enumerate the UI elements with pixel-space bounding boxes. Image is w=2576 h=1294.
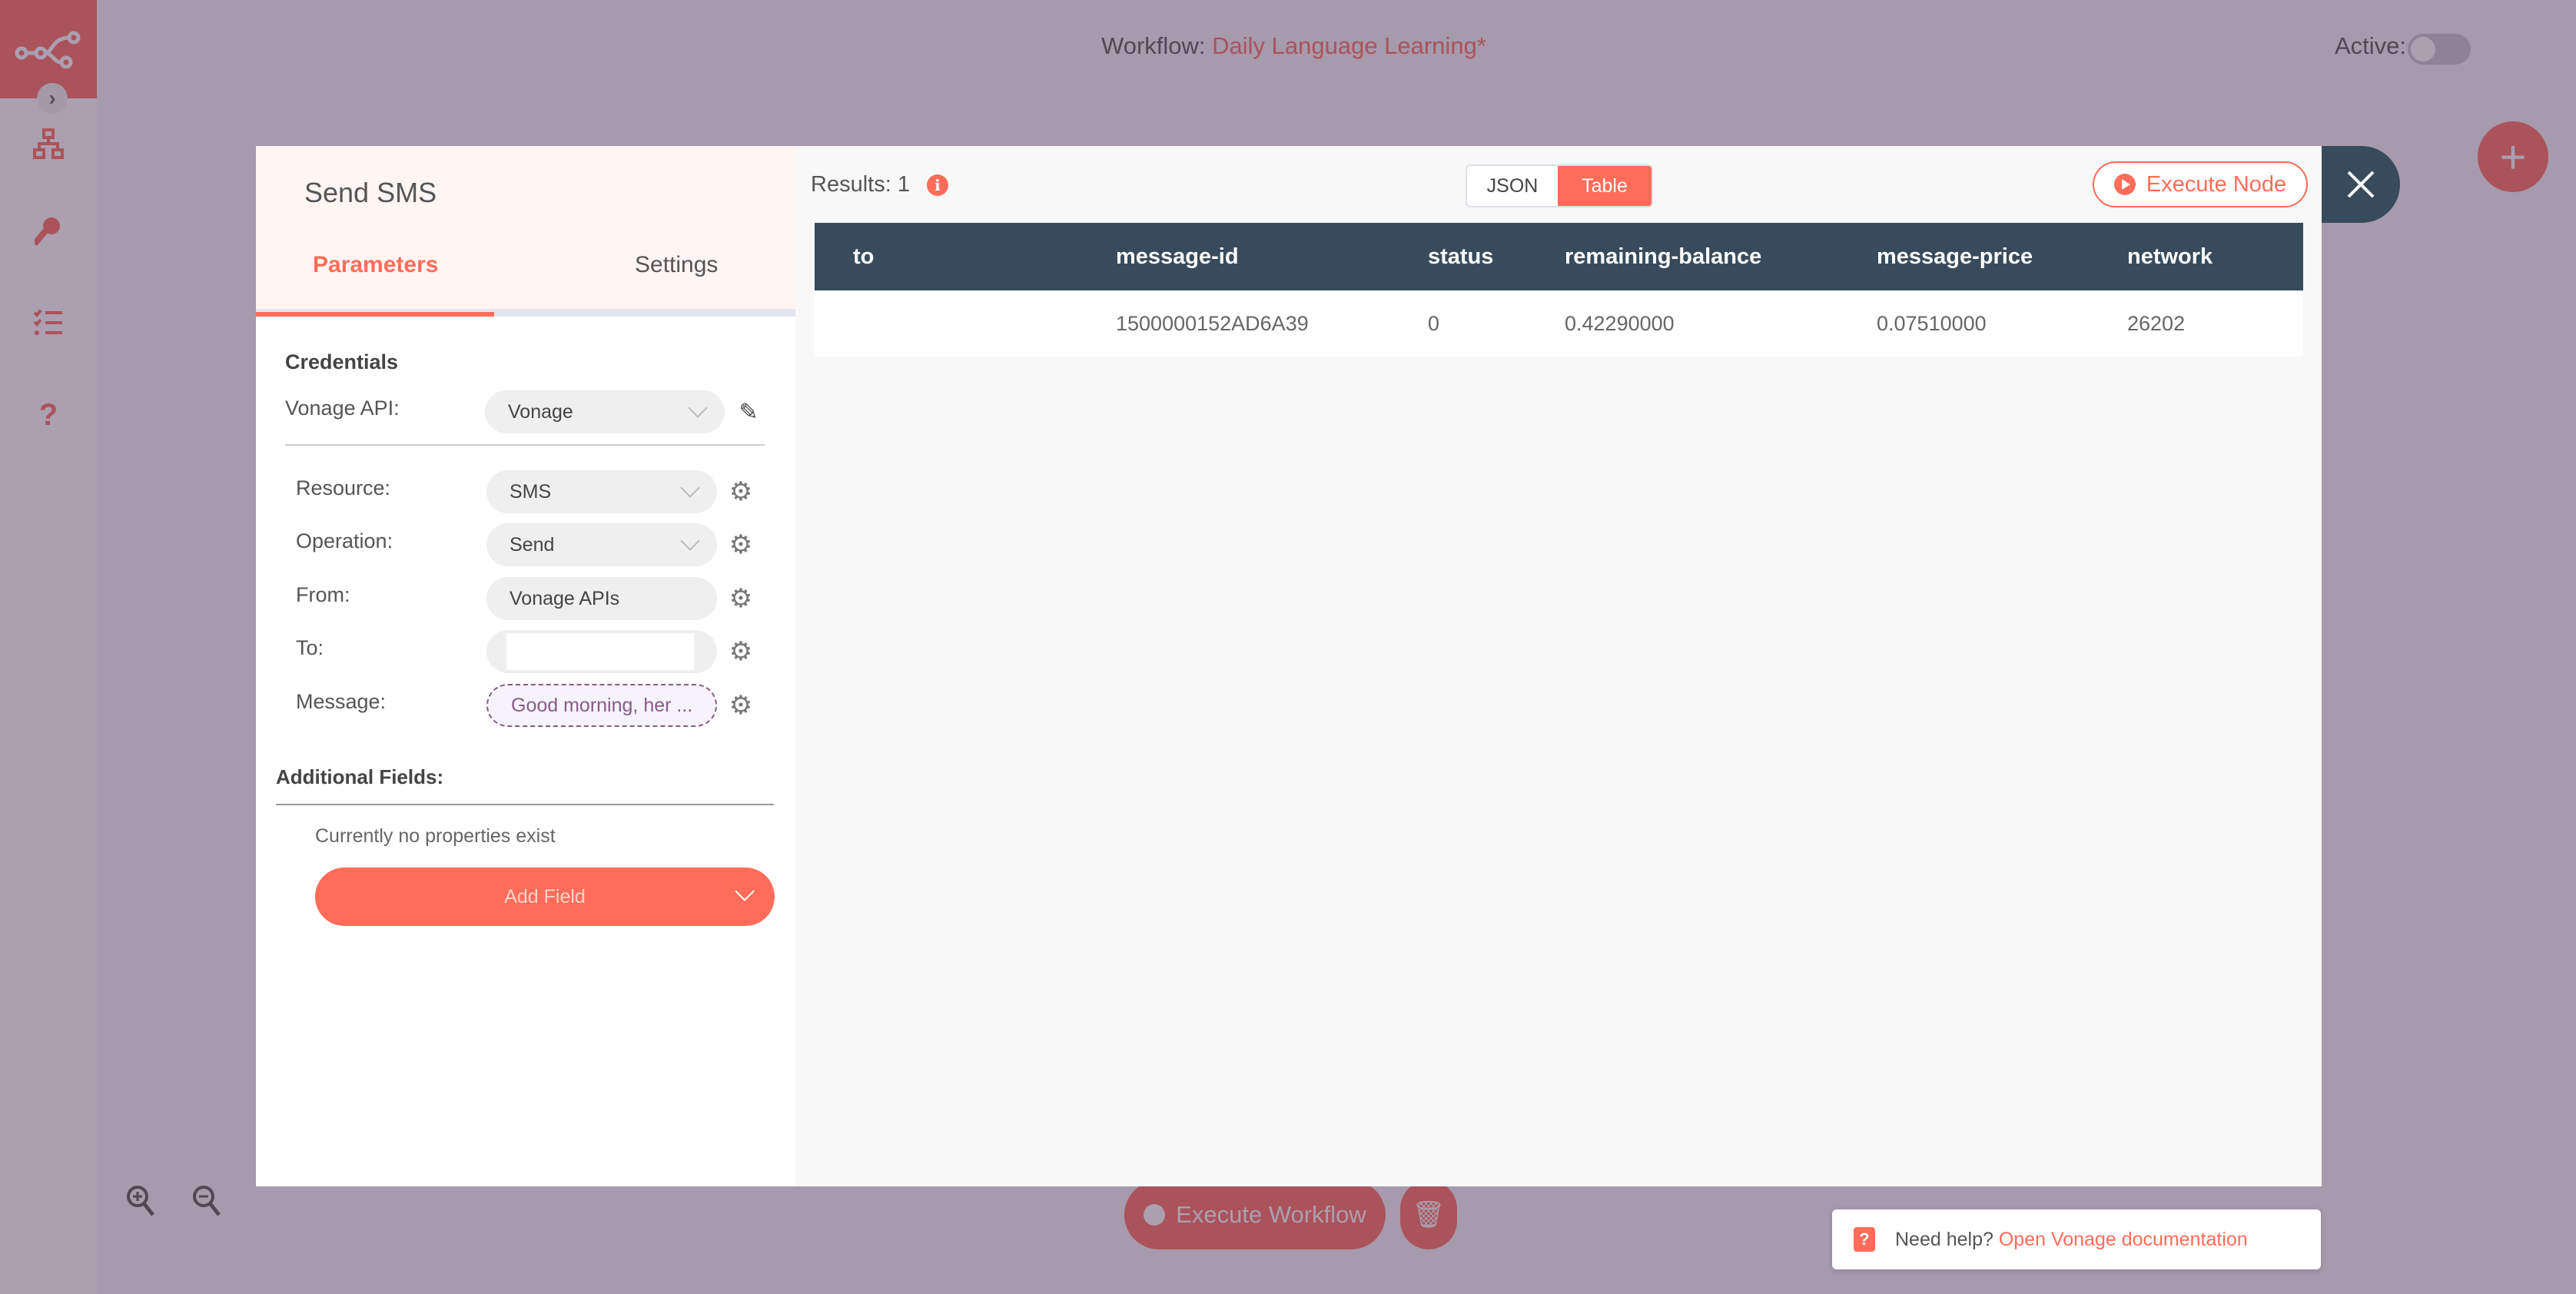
help-notification: ? Need help? Open Vonage documentation: [1832, 1209, 2321, 1269]
from-value: Vonage APIs: [510, 587, 620, 609]
column-header-network: network: [2089, 223, 2303, 290]
resource-select[interactable]: SMS: [486, 470, 717, 513]
column-header-to: to: [815, 223, 1077, 290]
to-options-gear-icon[interactable]: ⚙: [725, 636, 756, 667]
operation-label: Operation:: [296, 529, 393, 552]
parameters-panel: Send SMS Parameters Settings Credentials…: [256, 146, 795, 1186]
message-options-gear-icon[interactable]: ⚙: [725, 690, 756, 721]
from-input[interactable]: Vonage APIs: [486, 577, 717, 620]
credentials-heading: Credentials: [285, 350, 399, 373]
operation-select[interactable]: Send: [486, 523, 717, 566]
help-prefix: Need help?: [1895, 1228, 1993, 1250]
cell-remaining-balance: 0.42290000: [1526, 290, 1838, 357]
column-header-message-id: message-id: [1077, 223, 1389, 290]
from-label: From:: [296, 583, 350, 606]
to-label: To:: [296, 636, 324, 659]
resource-options-gear-icon[interactable]: ⚙: [725, 476, 756, 507]
vonage-api-label: Vonage API:: [285, 396, 400, 420]
add-field-button[interactable]: Add Field: [315, 868, 775, 926]
results-label: Results: 1: [811, 172, 910, 197]
divider: [285, 444, 765, 446]
column-header-message-price: message-price: [1838, 223, 2089, 290]
execute-node-label: Execute Node: [2146, 171, 2287, 197]
node-header: Send SMS Parameters Settings: [256, 146, 795, 317]
chevron-down-icon: [735, 881, 755, 901]
to-input[interactable]: [486, 630, 717, 673]
message-label: Message:: [296, 690, 387, 713]
cell-to: [815, 290, 1077, 357]
column-header-remaining-balance: remaining-balance: [1526, 223, 1838, 290]
add-field-label: Add Field: [504, 885, 586, 907]
info-icon[interactable]: i: [926, 174, 948, 196]
output-panel: Results: 1 i JSON Table Execute Node to …: [795, 146, 2322, 1186]
divider: [276, 804, 774, 805]
view-table-button[interactable]: Table: [1558, 166, 1651, 206]
cell-message-id: 1500000152AD6A39: [1077, 290, 1389, 357]
execute-node-button[interactable]: Execute Node: [2093, 161, 2308, 207]
from-options-gear-icon[interactable]: ⚙: [725, 583, 756, 614]
table-row: 1500000152AD6A39 0 0.42290000 0.07510000…: [815, 290, 2303, 357]
close-modal-button[interactable]: [2322, 146, 2400, 223]
operation-value: Send: [510, 533, 555, 556]
operation-options-gear-icon[interactable]: ⚙: [725, 529, 756, 560]
tab-settings[interactable]: Settings: [635, 252, 718, 278]
additional-fields-heading: Additional Fields:: [276, 765, 444, 788]
chevron-down-icon: [680, 531, 700, 551]
resource-label: Resource:: [296, 476, 391, 499]
resource-value: SMS: [510, 480, 552, 503]
chevron-down-icon: [680, 478, 700, 498]
table-header-row: to message-id status remaining-balance m…: [815, 223, 2303, 290]
cell-status: 0: [1389, 290, 1526, 357]
node-title[interactable]: Send SMS: [304, 177, 437, 209]
help-question-icon: ?: [1854, 1227, 1875, 1252]
close-icon: [2347, 171, 2375, 198]
to-value[interactable]: [506, 633, 694, 670]
message-value: Good morning, her ...: [511, 694, 693, 716]
no-properties-text: Currently no properties exist: [315, 825, 556, 847]
results-table: to message-id status remaining-balance m…: [815, 223, 2303, 357]
chevron-down-icon: [688, 398, 708, 418]
edit-credential-pencil-icon[interactable]: ✎: [735, 398, 762, 426]
tab-parameters[interactable]: Parameters: [313, 252, 438, 278]
column-header-status: status: [1389, 223, 1526, 290]
message-expression-input[interactable]: Good morning, her ...: [486, 684, 717, 727]
view-json-button[interactable]: JSON: [1467, 166, 1558, 206]
active-tab-indicator: [256, 312, 494, 317]
vonage-api-credential-select[interactable]: Vonage: [485, 390, 725, 433]
cell-message-price: 0.07510000: [1838, 290, 2089, 357]
play-icon: [2113, 174, 2136, 195]
results-count: Results: 1 i: [811, 172, 948, 197]
node-details-modal: Send SMS Parameters Settings Credentials…: [256, 146, 2322, 1186]
cell-network: 26202: [2089, 290, 2303, 357]
output-view-toggle: JSON Table: [1466, 164, 1653, 207]
open-documentation-link[interactable]: Open Vonage documentation: [1999, 1229, 2248, 1250]
credential-value: Vonage: [508, 400, 573, 423]
